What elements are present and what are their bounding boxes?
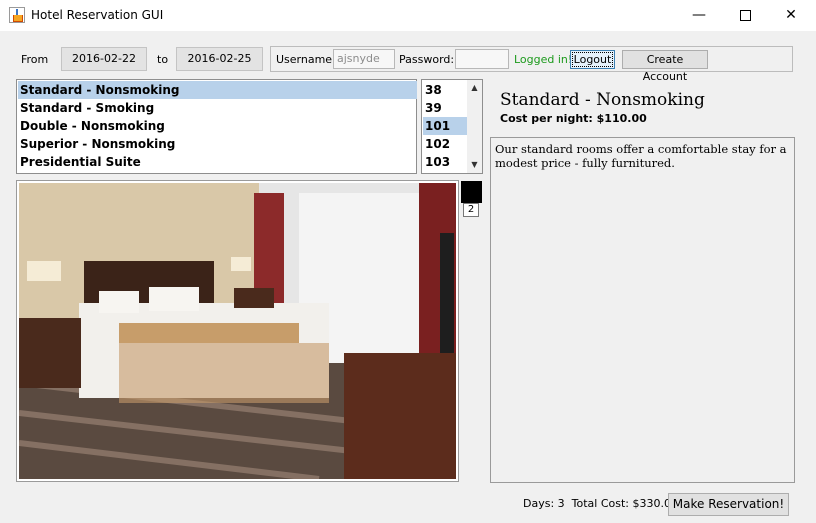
from-date-field[interactable]: 2016-02-22 [61,47,147,71]
create-account-button[interactable]: Create Account [622,50,708,83]
scroll-down-icon[interactable]: ▼ [467,159,482,171]
room-photo-frame [16,180,459,482]
logout-label: Logout [571,52,614,67]
minimize-button[interactable]: — [676,0,722,31]
username-field[interactable]: ajsnyde [333,49,395,69]
description-area[interactable]: Our standard rooms offer a comfortable s… [490,137,795,483]
password-label: Password: [399,53,455,66]
room-type-item[interactable]: Superior - Nonsmoking [18,135,417,153]
maximize-button[interactable] [722,0,768,31]
username-label: Username: [276,53,336,66]
logout-button[interactable]: Logout [570,50,615,69]
password-field[interactable] [455,49,509,69]
room-number-item[interactable]: 101 [423,117,469,135]
login-status: Logged in! [514,53,573,66]
to-label: to [157,53,169,66]
make-reservation-button[interactable]: Make Reservation! [668,493,789,516]
room-type-item[interactable]: Double - Nonsmoking [18,117,417,135]
room-type-item[interactable]: Presidential Suite [18,153,417,171]
photo-page-number[interactable]: 2 [463,203,479,217]
room-description: Our standard rooms offer a comfortable s… [495,142,787,170]
room-number-scrollbar[interactable]: ▲ ▼ [467,80,482,173]
close-button[interactable]: ✕ [768,0,814,31]
java-app-icon [9,7,25,23]
to-date-field[interactable]: 2016-02-25 [176,47,263,71]
room-number-item[interactable]: 103 [423,153,469,171]
title-bar: Hotel Reservation GUI — ✕ [0,0,816,31]
window-title: Hotel Reservation GUI [31,8,164,22]
room-cost: Cost per night: $110.00 [500,112,647,125]
hotel-room-photo [19,183,456,479]
room-number-item[interactable]: 39 [423,99,469,117]
room-type-list[interactable]: Standard - Nonsmoking Standard - Smoking… [16,79,417,174]
from-label: From [21,53,49,66]
room-number-item[interactable]: 38 [423,81,469,99]
maximize-icon [739,9,751,21]
room-number-list[interactable]: 38 39 101 102 103 ▲ ▼ [421,79,483,174]
room-title: Standard - Nonsmoking [500,90,705,110]
room-type-item[interactable]: Standard - Smoking [18,99,417,117]
room-type-item[interactable]: Standard - Nonsmoking [18,81,417,99]
room-number-item[interactable]: 102 [423,135,469,153]
total-cost-summary: Days: 3 Total Cost: $330.00 [523,497,678,510]
scroll-up-icon[interactable]: ▲ [467,82,482,94]
photo-scroll-thumb[interactable] [461,181,482,203]
